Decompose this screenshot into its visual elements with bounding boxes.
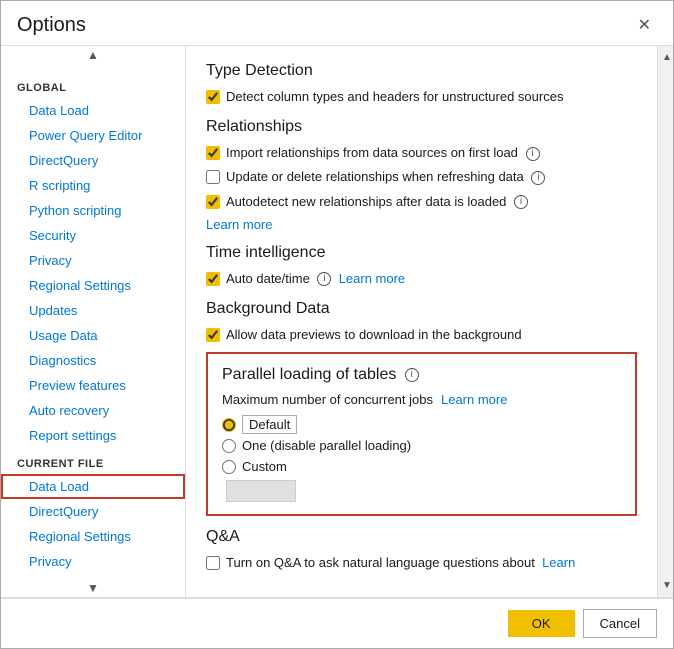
relationships-update-checkbox[interactable]	[206, 170, 220, 184]
relationships-autodetect-checkbox[interactable]	[206, 195, 220, 209]
relationships-option1-label: Import relationships from data sources o…	[226, 144, 540, 162]
sidebar-scroll-down-button[interactable]: ▼	[85, 579, 101, 597]
default-box: Default	[242, 415, 297, 434]
qanda-checkbox[interactable]	[206, 556, 220, 570]
qanda-learn-link[interactable]: Learn	[542, 555, 575, 570]
sidebar-item-security[interactable]: Security	[1, 223, 185, 248]
sidebar-item-privacy-current[interactable]: Privacy	[1, 549, 185, 574]
close-button[interactable]: ✕	[632, 13, 657, 37]
sidebar-item-updates[interactable]: Updates	[1, 298, 185, 323]
sidebar-item-auto-recovery[interactable]: Auto recovery	[1, 398, 185, 423]
sidebar-item-diagnostics[interactable]: Diagnostics	[1, 348, 185, 373]
time-intelligence-option1-row: Auto date/time i Learn more	[206, 270, 637, 288]
parallel-loading-box: Parallel loading of tables i Maximum num…	[206, 352, 637, 516]
sidebar-item-report-settings[interactable]: Report settings	[1, 423, 185, 448]
sidebar-item-regional-settings-global[interactable]: Regional Settings	[1, 273, 185, 298]
parallel-loading-learn-more-link[interactable]: Learn more	[441, 392, 507, 407]
sidebar-scroll-bottom: ▼	[1, 579, 185, 597]
relationships-option3-row: Autodetect new relationships after data …	[206, 193, 637, 211]
parallel-radio-one-label: One (disable parallel loading)	[242, 438, 411, 453]
qanda-title: Q&A	[206, 528, 637, 546]
relationships-title: Relationships	[206, 118, 637, 136]
type-detection-option1-label: Detect column types and headers for unst…	[226, 88, 563, 106]
time-intelligence-learn-more-link[interactable]: Learn more	[339, 271, 405, 286]
background-data-option1-label: Allow data previews to download in the b…	[226, 326, 522, 344]
parallel-radio-one[interactable]	[222, 439, 236, 453]
sidebar-item-power-query-editor[interactable]: Power Query Editor	[1, 123, 185, 148]
sidebar-scroll-top: ▲	[1, 46, 185, 64]
sidebar-item-directquery-global[interactable]: DirectQuery	[1, 148, 185, 173]
parallel-radio-custom-label: Custom	[242, 459, 287, 474]
sidebar-item-data-load-current[interactable]: Data Load	[1, 474, 185, 499]
type-detection-title: Type Detection	[206, 62, 637, 80]
main-scroll-arrows: ▲ ▼	[657, 46, 673, 597]
time-intelligence-title: Time intelligence	[206, 244, 637, 262]
sidebar-item-r-scripting[interactable]: R scripting	[1, 173, 185, 198]
max-jobs-row: Maximum number of concurrent jobs Learn …	[222, 392, 621, 407]
options-dialog: Options ✕ ▲ GLOBAL Data Load Power Query…	[0, 0, 674, 649]
sidebar-scroll-area: GLOBAL Data Load Power Query Editor Dire…	[1, 64, 185, 579]
time-intelligence-checkbox[interactable]	[206, 272, 220, 286]
sidebar: ▲ GLOBAL Data Load Power Query Editor Di…	[1, 46, 186, 597]
type-detection-checkbox[interactable]	[206, 90, 220, 104]
parallel-radio-custom-row: Custom	[222, 459, 621, 474]
current-file-section-label: CURRENT FILE	[1, 448, 185, 474]
parallel-loading-info-icon: i	[405, 368, 419, 382]
parallel-radio-default-row: Default	[222, 417, 621, 432]
max-jobs-label: Maximum number of concurrent jobs	[222, 392, 433, 407]
dialog-title: Options	[17, 14, 86, 37]
type-detection-option1-row: Detect column types and headers for unst…	[206, 88, 637, 106]
background-data-option1-row: Allow data previews to download in the b…	[206, 326, 637, 344]
sidebar-scroll-up-button[interactable]: ▲	[85, 46, 101, 64]
background-data-checkbox[interactable]	[206, 328, 220, 342]
relationships-option2-info-icon: i	[531, 171, 545, 185]
footer: OK Cancel	[1, 598, 673, 648]
relationships-learn-more-link[interactable]: Learn more	[206, 217, 272, 232]
time-intelligence-option1-label: Auto date/time i Learn more	[226, 270, 405, 288]
relationships-option1-row: Import relationships from data sources o…	[206, 144, 637, 162]
background-data-title: Background Data	[206, 300, 637, 318]
qanda-option1-row: Turn on Q&A to ask natural language ques…	[206, 554, 637, 572]
relationships-option3-info-icon: i	[514, 195, 528, 209]
sidebar-item-privacy-global[interactable]: Privacy	[1, 248, 185, 273]
parallel-radio-one-row: One (disable parallel loading)	[222, 438, 621, 453]
dialog-body: ▲ GLOBAL Data Load Power Query Editor Di…	[1, 46, 673, 597]
relationships-option3-label: Autodetect new relationships after data …	[226, 193, 528, 211]
qanda-option1-label: Turn on Q&A to ask natural language ques…	[226, 554, 575, 572]
main-content: Type Detection Detect column types and h…	[186, 46, 657, 597]
ok-button[interactable]: OK	[508, 610, 575, 637]
sidebar-item-directquery-current[interactable]: DirectQuery	[1, 499, 185, 524]
global-section-label: GLOBAL	[1, 72, 185, 98]
parallel-radio-default-label: Default	[242, 417, 297, 432]
time-intelligence-info-icon: i	[317, 272, 331, 286]
parallel-custom-input[interactable]	[226, 480, 296, 502]
sidebar-item-usage-data[interactable]: Usage Data	[1, 323, 185, 348]
main-scroll-down-button[interactable]: ▼	[660, 578, 671, 593]
qanda-section: Q&A Turn on Q&A to ask natural language …	[206, 528, 637, 572]
sidebar-item-regional-settings-current[interactable]: Regional Settings	[1, 524, 185, 549]
parallel-loading-title: Parallel loading of tables i	[222, 366, 621, 384]
sidebar-item-preview-features[interactable]: Preview features	[1, 373, 185, 398]
parallel-radio-default[interactable]	[222, 418, 236, 432]
title-bar: Options ✕	[1, 1, 673, 45]
relationships-import-checkbox[interactable]	[206, 146, 220, 160]
relationships-option2-row: Update or delete relationships when refr…	[206, 168, 637, 186]
main-scroll-up-button[interactable]: ▲	[660, 50, 671, 65]
relationships-option2-label: Update or delete relationships when refr…	[226, 168, 545, 186]
relationships-option1-info-icon: i	[526, 147, 540, 161]
sidebar-item-data-load-global[interactable]: Data Load	[1, 98, 185, 123]
cancel-button[interactable]: Cancel	[583, 609, 657, 638]
sidebar-item-python-scripting[interactable]: Python scripting	[1, 198, 185, 223]
parallel-radio-custom[interactable]	[222, 460, 236, 474]
